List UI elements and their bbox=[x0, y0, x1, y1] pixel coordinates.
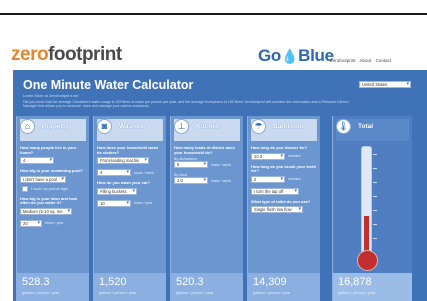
thermometer-fill bbox=[364, 215, 369, 253]
thermometer-bulb bbox=[357, 250, 378, 271]
property-total-unit: gallons / person / year bbox=[22, 291, 60, 295]
thermometer-tick bbox=[373, 196, 377, 197]
dishwasher-loads-unit: loads / week bbox=[211, 162, 231, 167]
calculator-panel: One Minute Water Calculator Learn More a… bbox=[13, 70, 427, 301]
hand-loads-select[interactable]: 2.0 bbox=[174, 177, 208, 185]
kitchen-column: ⊥ Kitchen How many loads of dishes does … bbox=[170, 116, 243, 301]
thermometer-tick bbox=[373, 182, 377, 183]
clothes-question: How does your household wash its clothes… bbox=[97, 145, 159, 155]
page-title: One Minute Water Calculator bbox=[23, 78, 194, 92]
car-times-select[interactable]: 10 bbox=[97, 199, 131, 207]
country-select[interactable]: United States bbox=[359, 81, 411, 88]
cover-pool-label: I cover my pool at night bbox=[31, 186, 69, 191]
bathroom-total-unit: gallons / person / year bbox=[253, 291, 291, 295]
kitchen-total: 520.3 gallons / person / year bbox=[171, 273, 243, 301]
washing-title: Washing bbox=[119, 123, 146, 130]
water-drop-icon: 💧 bbox=[281, 48, 299, 64]
lawn-question: How big is your lawn and how often do yo… bbox=[20, 195, 78, 206]
teeth-question: How long do you brush your teeth for? bbox=[251, 163, 316, 174]
thermometer-tick bbox=[373, 154, 377, 155]
thermometer-tick bbox=[373, 210, 377, 211]
people-question: How many people live in your home? bbox=[20, 145, 77, 155]
hand-loads-unit: loads / week bbox=[211, 178, 231, 183]
lawn-size-select[interactable]: Medium (5-10 sq. me bbox=[20, 207, 72, 215]
intro-text: Did you know that the average Canadian's… bbox=[23, 100, 349, 109]
toilet-question: What type of toilet do you use? bbox=[251, 198, 311, 204]
property-column: ⌂ Property How many people live in your … bbox=[16, 116, 89, 301]
link-contact[interactable]: Contact bbox=[376, 58, 392, 63]
grand-total: 16,878 gallons / person / year bbox=[333, 273, 412, 301]
bathroom-title: Bathroom bbox=[273, 123, 304, 130]
pool-select[interactable]: I don't have a pool bbox=[20, 175, 66, 183]
property-total-value: 528.3 bbox=[22, 276, 50, 288]
grand-total-unit: gallons / person / year bbox=[338, 291, 376, 295]
washing-machine-icon: ◙ bbox=[97, 119, 112, 134]
teeth-minutes-unit: minutes bbox=[288, 177, 301, 182]
dishes-question: How many loads of dishes does your house… bbox=[174, 145, 235, 155]
dishwasher-loads-select[interactable]: 5 bbox=[174, 161, 208, 169]
learn-more-link[interactable]: Learn More at Zerofootprint.net bbox=[23, 93, 78, 98]
thermometer-tube bbox=[361, 146, 372, 254]
teeth-minutes-select[interactable]: 2 bbox=[251, 175, 285, 183]
shower-icon: ☂ bbox=[251, 119, 266, 134]
bathroom-total-value: 14,309 bbox=[253, 276, 287, 288]
people-select[interactable]: 4 bbox=[20, 157, 54, 165]
bathroom-column: ☂ Bathroom How long do you shower for? 1… bbox=[247, 116, 320, 301]
kitchen-total-value: 520.3 bbox=[176, 276, 204, 288]
shower-question: How long do you shower for? bbox=[251, 145, 308, 150]
thermometer-tick bbox=[373, 168, 377, 169]
lawn-times-unit: times / year bbox=[45, 221, 64, 226]
kitchen-title: Kitchen bbox=[196, 123, 220, 130]
pool-question: How big is your sustaining pool? bbox=[20, 168, 83, 174]
clothes-loads-unit: loads / week bbox=[134, 170, 154, 175]
total-column: 🌡 Total 16,878 gallons / person / year bbox=[332, 116, 412, 301]
car-times-unit: times / year bbox=[134, 201, 153, 206]
thermometer-icon: 🌡 bbox=[336, 119, 351, 134]
link-about[interactable]: About bbox=[360, 58, 372, 63]
property-icon: ⌂ bbox=[20, 119, 35, 134]
clothes-method-select[interactable]: Front-loading machin bbox=[97, 157, 149, 165]
property-title: Property bbox=[42, 123, 69, 130]
tap-select[interactable]: I turn the tap off bbox=[251, 187, 299, 195]
grand-total-value: 16,878 bbox=[338, 276, 372, 288]
link-zerofootprint[interactable]: Zerofootprint bbox=[330, 58, 356, 63]
zerofootprint-logo[interactable]: zerofootprint bbox=[11, 44, 122, 66]
cover-pool-checkbox[interactable] bbox=[22, 185, 28, 192]
toilet-select[interactable]: Single flush low flow bbox=[251, 206, 303, 214]
property-total: 528.3 gallons / person / year bbox=[17, 273, 89, 301]
shower-minutes-select[interactable]: 10.0 bbox=[251, 152, 285, 160]
faucet-icon: ⊥ bbox=[174, 119, 189, 134]
washing-total: 1,520 gallons / person / year bbox=[94, 273, 166, 301]
clothes-loads-select[interactable]: 4 bbox=[97, 169, 131, 177]
car-question: How do you wash your car? bbox=[97, 180, 151, 186]
washing-column: ◙ Washing How does your household wash i… bbox=[93, 116, 166, 301]
washing-total-value: 1,520 bbox=[99, 276, 127, 288]
thermometer-tick bbox=[373, 224, 377, 225]
thermometer-tick bbox=[373, 238, 377, 239]
bathroom-total: 14,309 gallons / person / year bbox=[248, 273, 320, 301]
top-links: Zerofootprint About Contact bbox=[330, 58, 394, 63]
washing-total-unit: gallons / person / year bbox=[99, 291, 137, 295]
car-method-select[interactable]: Filling buckets bbox=[97, 187, 137, 195]
lawn-times-select[interactable]: 20 bbox=[20, 219, 42, 227]
goblue-logo[interactable]: Go💧Blue bbox=[258, 46, 334, 66]
total-title: Total bbox=[358, 123, 374, 130]
kitchen-total-unit: gallons / person / year bbox=[176, 291, 214, 295]
shower-minutes-unit: minutes bbox=[288, 154, 301, 159]
top-divider bbox=[0, 13, 427, 15]
